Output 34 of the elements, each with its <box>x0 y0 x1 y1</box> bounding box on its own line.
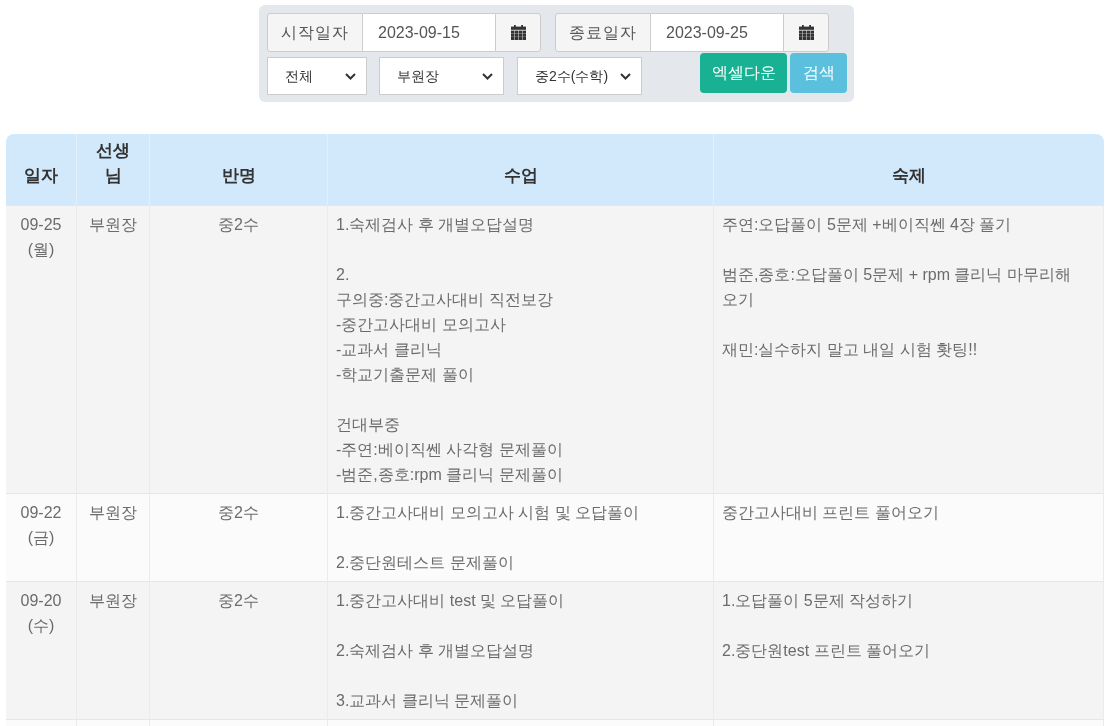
date-field[interactable]: 2023-09-25 <box>651 13 783 52</box>
table-cell: 중2수 <box>150 205 328 493</box>
column-header: 반명 <box>150 134 328 205</box>
column-header: 일자 <box>6 134 77 205</box>
table-cell: 1.숙제검사 후 개별오답설명 2. 구의중:중간고사대비 직전보강 -중간고사대비 모의고사 -교과서 클리닉 -학교기출문제 풀이 건대부중 -주연:베이직쎈 사각형 문제풀이 -범준,종호:rpm 클리닉 문제풀이 <box>328 205 714 493</box>
chevron-down-icon <box>620 72 631 80</box>
date-label: 종료일자 <box>555 13 651 52</box>
dropdown-select[interactable]: 부원장 <box>379 57 504 95</box>
date-label: 시작일자 <box>267 13 363 52</box>
table-cell: 부원장 <box>77 493 150 581</box>
calendar-button[interactable] <box>495 13 541 52</box>
table-cell: 중간고사대비 프린트 풀어오기 <box>714 493 1104 581</box>
column-header: 선생님 <box>77 134 150 205</box>
table-cell: 중2수 <box>150 493 328 581</box>
table-cell: 1.중간고사대비 test 및 오답풀이 2.숙제검사 후 개별오답설명 3.교과서 클리닉 문제풀이 <box>328 581 714 719</box>
table-cell: 09-25 (월) <box>6 205 77 493</box>
table-cell: 중2수 <box>150 581 328 719</box>
chevron-down-icon <box>345 72 356 80</box>
table-cell: 09-22 (금) <box>6 493 77 581</box>
table-cell: 1.중간고사대비 모의고사 시험 및 오답풀이 2.중단원테스트 문제풀이 <box>328 493 714 581</box>
table-cell: 1.오답풀이 5문제 작성하기 2.중단원test 프린트 풀어오기 <box>714 581 1104 719</box>
calendar-icon <box>510 25 526 40</box>
table-cell: 부원장 <box>77 205 150 493</box>
calendar-button[interactable] <box>783 13 829 52</box>
dropdown-select[interactable]: 전체 <box>267 57 367 95</box>
date-field[interactable]: 2023-09-15 <box>363 13 495 52</box>
table-cell: 부원장 <box>77 581 150 719</box>
column-header: 숙제 <box>714 134 1104 205</box>
table-cell: 주연:오답풀이 5문제 +베이직쎈 4장 풀기 범준,종호:오답풀이 5문제 + rpm 클리닉 마무리해오기 재민:실수하지 말고 내일 시험 홧팅!! <box>714 205 1104 493</box>
column-header: 수업 <box>328 134 714 205</box>
dropdown-select[interactable]: 중2수(수학) <box>517 57 642 95</box>
calendar-icon <box>798 25 814 40</box>
chevron-down-icon <box>482 72 493 80</box>
table-cell: 09-20 (수) <box>6 581 77 719</box>
